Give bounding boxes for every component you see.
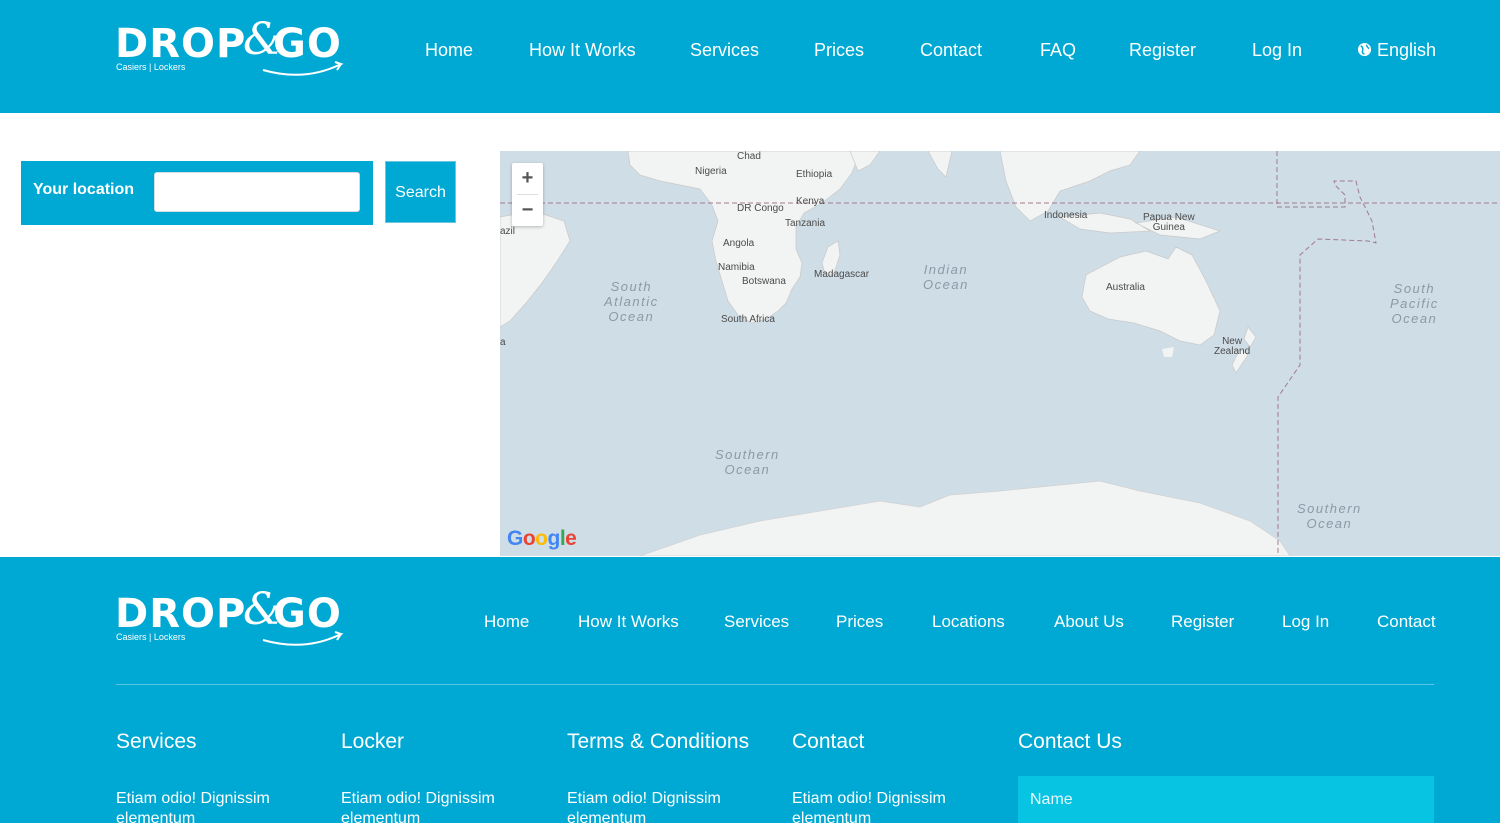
site-header: DROP & GO Casiers | Lockers Home How It … xyxy=(0,0,1500,113)
map-label-nigeria: Nigeria xyxy=(695,166,727,177)
search-button[interactable]: Search xyxy=(385,161,456,223)
footer-logo-swoosh xyxy=(262,631,344,646)
nav-register[interactable]: Register xyxy=(1129,39,1196,61)
map-label-drcongo: DR Congo xyxy=(737,203,784,214)
footer-col-title-terms: Terms & Conditions xyxy=(567,730,750,753)
footer-nav-prices[interactable]: Prices xyxy=(836,611,883,633)
location-input[interactable] xyxy=(154,172,360,212)
locations-map[interactable]: Chad Nigeria Ethiopia Kenya DR Congo Tan… xyxy=(500,151,1500,556)
language-selector[interactable]: English xyxy=(1357,39,1436,61)
map-base-layer xyxy=(500,151,1500,556)
map-zoom-control: + − xyxy=(512,163,543,226)
nav-log-in[interactable]: Log In xyxy=(1252,39,1302,61)
logo[interactable]: DROP & GO Casiers | Lockers xyxy=(115,18,345,79)
location-search-box: Your location xyxy=(21,161,373,225)
site-footer: DROP & GO Casiers | Lockers Home How It … xyxy=(0,557,1500,823)
google-logo[interactable]: Google xyxy=(507,527,577,551)
map-label-madagascar: Madagascar xyxy=(814,269,870,280)
footer-nav-log-in[interactable]: Log In xyxy=(1282,611,1329,633)
globe-icon xyxy=(1357,42,1372,57)
map-label-chad: Chad xyxy=(737,151,761,162)
footer-nav-register[interactable]: Register xyxy=(1171,611,1234,633)
ocean-label-south-atlantic: South Atlantic Ocean xyxy=(604,279,659,324)
footer-nav-locations[interactable]: Locations xyxy=(932,611,1005,633)
footer-col-title-contact: Contact xyxy=(792,730,865,753)
map-label-ethiopia: Ethiopia xyxy=(796,169,833,180)
map-label-tanzania: Tanzania xyxy=(785,218,826,229)
ocean-label-southern-1: Southern Ocean xyxy=(715,447,780,477)
map-label-new-zealand: New Zealand xyxy=(1214,336,1251,357)
map-label-kenya: Kenya xyxy=(796,196,825,207)
map-label-partial: a xyxy=(500,337,506,348)
footer-col-title-locker: Locker xyxy=(341,730,405,753)
nav-home[interactable]: Home xyxy=(425,39,473,61)
footer-nav-how-it-works[interactable]: How It Works xyxy=(578,611,679,633)
contact-name-field[interactable] xyxy=(1018,776,1434,823)
nav-services[interactable]: Services xyxy=(690,39,759,61)
footer-col-text-terms: Etiam odio! Dignissim elementum xyxy=(567,790,721,823)
footer-col-text-contact: Etiam odio! Dignissim elementum xyxy=(792,790,946,823)
zoom-out-button[interactable]: − xyxy=(512,195,543,226)
language-label: English xyxy=(1377,40,1437,60)
footer-col-title-contact-us: Contact Us xyxy=(1018,730,1122,753)
footer-nav-contact[interactable]: Contact xyxy=(1377,611,1436,633)
your-location-label: Your location xyxy=(33,181,135,198)
footer-nav-about-us[interactable]: About Us xyxy=(1054,611,1124,633)
map-label-papua-new-guinea: Papua New Guinea xyxy=(1143,212,1195,233)
logo-swoosh xyxy=(262,61,344,76)
map-label-south-africa: South Africa xyxy=(721,314,775,325)
ocean-label-southern-2: Southern Ocean xyxy=(1297,501,1362,531)
nav-prices[interactable]: Prices xyxy=(814,39,864,61)
map-label-indonesia: Indonesia xyxy=(1044,210,1088,221)
nav-contact[interactable]: Contact xyxy=(920,39,982,61)
footer-nav-services[interactable]: Services xyxy=(724,611,789,633)
footer-col-text-services: Etiam odio! Dignissim elementum xyxy=(116,790,270,823)
nav-faq[interactable]: FAQ xyxy=(1040,39,1076,61)
map-label-botswana: Botswana xyxy=(742,276,786,287)
footer-col-text-locker: Etiam odio! Dignissim elementum xyxy=(341,790,495,823)
map-label-namibia: Namibia xyxy=(718,262,755,273)
footer-col-title-services: Services xyxy=(116,730,197,753)
zoom-in-button[interactable]: + xyxy=(512,163,543,194)
ocean-label-south-pacific: South Pacific Ocean xyxy=(1390,281,1439,326)
map-label-angola: Angola xyxy=(723,238,755,249)
footer-divider xyxy=(116,684,1434,685)
map-label-brazil-partial: azil xyxy=(500,226,516,237)
footer-logo[interactable]: DROP & GO Casiers | Lockers xyxy=(115,588,345,649)
ocean-label-indian: Indian Ocean xyxy=(923,262,969,292)
nav-how-it-works[interactable]: How It Works xyxy=(529,39,636,61)
footer-nav-home[interactable]: Home xyxy=(484,611,529,633)
map-label-australia: Australia xyxy=(1106,282,1145,293)
